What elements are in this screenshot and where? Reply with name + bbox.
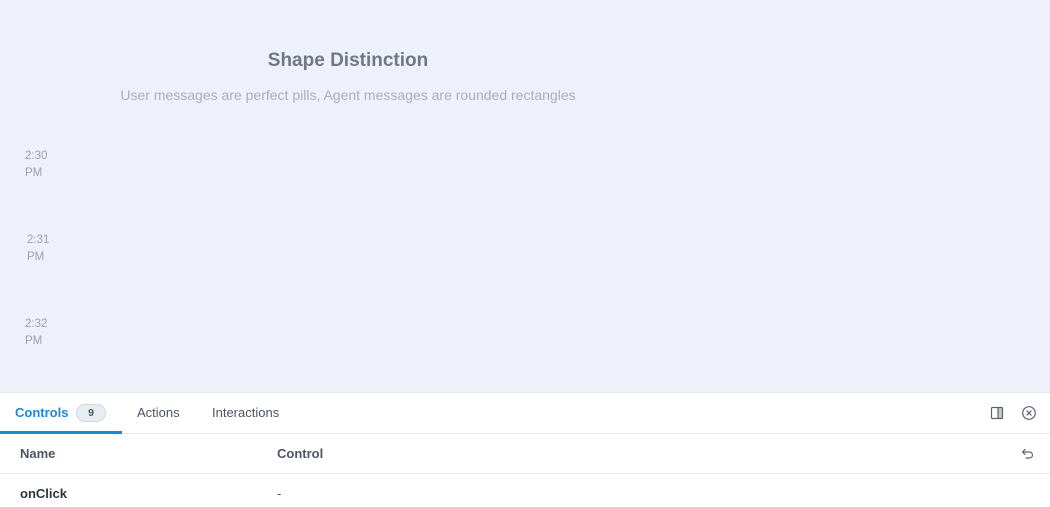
tab-controls[interactable]: Controls xyxy=(15,393,68,433)
reset-undo-icon[interactable] xyxy=(1020,446,1035,461)
close-circle-icon[interactable] xyxy=(1021,405,1037,421)
page-title: Shape Distinction xyxy=(267,50,429,71)
message-timestamp: 2:31 PM xyxy=(27,232,67,266)
addons-panel: Controls 9 Actions Interactions Name Con… xyxy=(0,392,1050,506)
tab-interactions[interactable]: Interactions xyxy=(212,393,279,433)
story-preview: Shape Distinction User messages are perf… xyxy=(0,0,1050,392)
controls-count-badge: 9 xyxy=(76,404,106,422)
addons-tabbar: Controls 9 Actions Interactions xyxy=(0,393,1050,434)
table-row: onClick - xyxy=(0,474,1050,507)
column-header-name: Name xyxy=(20,446,56,461)
column-header-control: Control xyxy=(277,446,324,461)
message-timestamp: 2:32 PM xyxy=(25,316,65,350)
message-timestamp: 2:30 PM xyxy=(25,148,65,182)
timestamp-period: PM xyxy=(25,167,43,179)
timestamp-time: 2:32 xyxy=(25,318,48,330)
control-name: onClick xyxy=(20,486,67,501)
page-subtitle: User messages are perfect pills, Agent m… xyxy=(120,87,576,103)
tab-controls-label: Controls xyxy=(15,405,69,420)
tab-actions[interactable]: Actions xyxy=(137,393,180,433)
panel-layout-icon[interactable] xyxy=(989,405,1005,421)
timestamp-time: 2:30 xyxy=(25,150,48,162)
timestamp-period: PM xyxy=(27,251,45,263)
timestamp-time: 2:31 xyxy=(27,234,50,246)
control-value: - xyxy=(277,486,282,501)
timestamp-period: PM xyxy=(25,335,43,347)
controls-table-header: Name Control xyxy=(0,434,1050,474)
